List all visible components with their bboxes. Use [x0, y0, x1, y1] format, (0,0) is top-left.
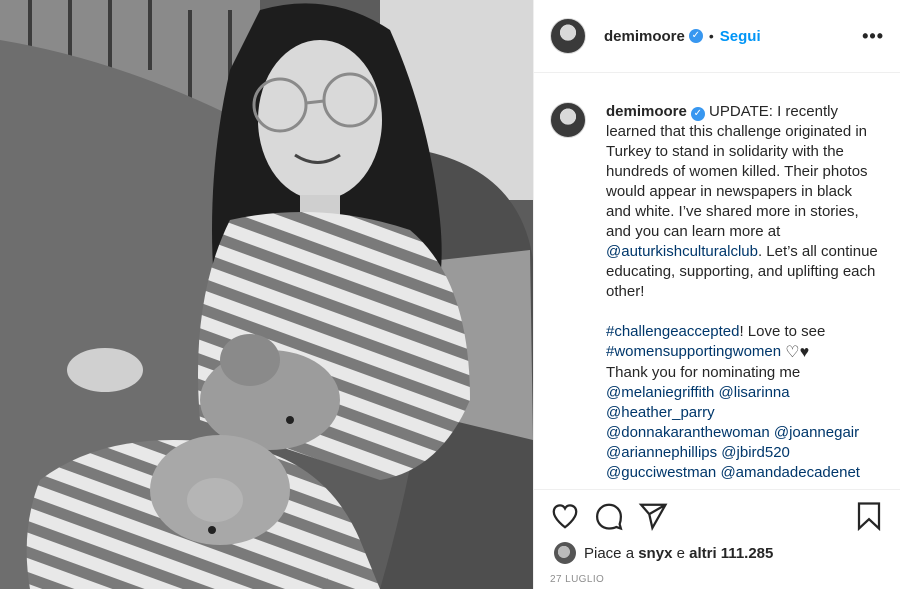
likes-prefix: Piace a [584, 544, 635, 562]
post-date[interactable]: 27 LUGLIO [534, 564, 900, 585]
black-heart-emoji: ♥ [799, 344, 810, 361]
mention-link[interactable]: @donnakaranthewoman [606, 424, 770, 441]
mention-link[interactable]: @ariannephillips [606, 444, 717, 461]
follow-button[interactable]: Segui [720, 28, 761, 45]
separator-dot: • [708, 28, 714, 44]
caption-text: demimoore ✓ UPDATE: I recently learned th… [606, 102, 881, 488]
author-avatar[interactable] [550, 18, 586, 54]
likes-conj: e [676, 544, 685, 562]
mention-link[interactable]: @auturkishculturalclub [606, 243, 758, 260]
liker-avatar[interactable] [554, 542, 576, 564]
likes-row: Piace a snyx e altri 111.285 [534, 532, 900, 564]
mention-link[interactable]: @jbird520 [721, 444, 790, 461]
more-options-icon[interactable]: ••• [862, 26, 884, 47]
mention-link[interactable]: @lisarinna [719, 384, 790, 401]
verified-badge-icon: ✓ [690, 107, 705, 121]
instagram-post: demimoore ✓ • Segui ••• demimoore ✓ UPDAT… [0, 0, 900, 589]
actions-bar: Piace a snyx e altri 111.285 27 LUGLIO [534, 489, 900, 590]
verified-badge-icon: ✓ [688, 29, 703, 43]
bookmark-icon[interactable] [854, 501, 884, 531]
heart-icon[interactable] [550, 501, 580, 531]
hashtag-link[interactable]: #challengeaccepted [606, 323, 739, 340]
caption-avatar[interactable] [550, 102, 586, 138]
post-header: demimoore ✓ • Segui ••• [534, 0, 900, 73]
hashtag-link[interactable]: #womensupportingwomen [606, 343, 781, 360]
white-heart-emoji: ♡ [785, 344, 800, 361]
share-icon[interactable] [638, 501, 668, 531]
photo-illustration [0, 0, 533, 589]
action-icons [534, 490, 900, 532]
likes-count[interactable]: altri 111.285 [689, 545, 773, 562]
caption-body-3: ! Love to see [739, 323, 826, 340]
author-username[interactable]: demimoore [604, 28, 685, 45]
comment-icon[interactable] [594, 501, 624, 531]
post-side-panel: demimoore ✓ • Segui ••• demimoore ✓ UPDAT… [533, 0, 900, 589]
caption-body-1: UPDATE: I recently learned that this cha… [606, 103, 872, 240]
caption-body-4: Thank you for nominating me [606, 364, 801, 381]
mention-link[interactable]: @amandadecadenet [720, 464, 860, 481]
mention-link[interactable]: @melaniegriffith [606, 384, 714, 401]
post-photo[interactable] [0, 0, 533, 589]
mention-link[interactable]: @joannegair [774, 424, 859, 441]
mention-link[interactable]: @heather_parry [606, 404, 715, 421]
caption-username[interactable]: demimoore [606, 103, 687, 120]
comments-section: demimoore ✓ UPDATE: I recently learned th… [534, 74, 900, 488]
mention-link[interactable]: @gucciwestman [606, 464, 716, 481]
liker-username[interactable]: snyx [638, 545, 672, 562]
